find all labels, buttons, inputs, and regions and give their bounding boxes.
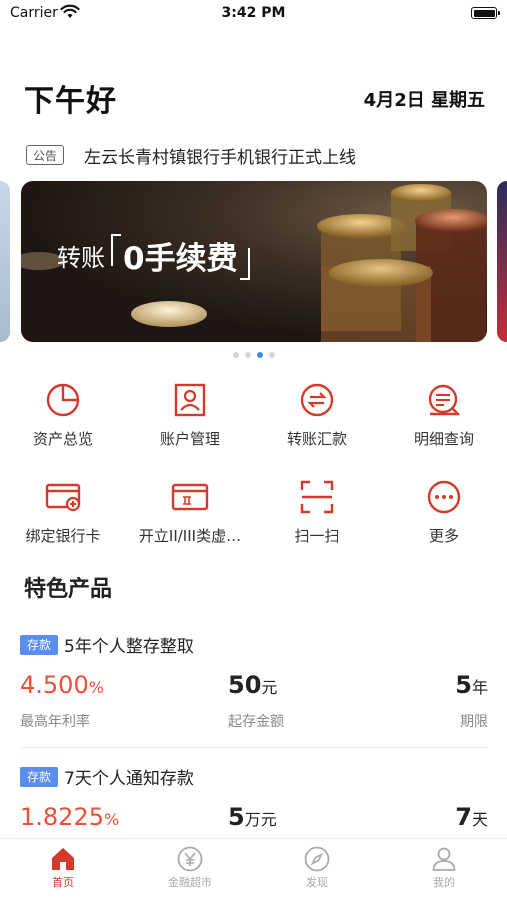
tab-label: 金融超市 [168, 876, 212, 889]
action-label: 资产总览 [32, 430, 93, 448]
virtual-card-icon [171, 483, 209, 511]
carousel-dot[interactable] [232, 352, 239, 358]
section-title-featured: 特色产品 [24, 577, 113, 602]
term-unit: 年 [471, 678, 488, 697]
action-detail-query[interactable]: 明细查询 [381, 380, 507, 449]
bottom-tab-bar: 首页 金融超市 发现 我的 [0, 838, 507, 901]
banner-prev-peek[interactable] [0, 181, 10, 342]
tab-label: 发现 [306, 876, 328, 889]
product-name: 5年个人整存整取 [64, 637, 194, 657]
term-unit: 天 [471, 810, 488, 829]
term-value: 5 [455, 671, 472, 699]
battery-icon [471, 7, 500, 19]
action-asset-overview[interactable]: 资产总览 [0, 380, 126, 449]
action-more[interactable]: 更多 [381, 477, 507, 546]
amount-unit: 万元 [244, 810, 277, 829]
divider [20, 747, 488, 748]
product-term: 5年 [455, 671, 488, 699]
term-value: 7 [455, 803, 472, 831]
user-icon [432, 847, 456, 871]
transfer-icon [300, 383, 334, 417]
action-label: 账户管理 [159, 430, 220, 448]
action-label: 明细查询 [413, 430, 474, 448]
greeting: 下午好 [24, 84, 117, 119]
action-label: 扫一扫 [294, 527, 340, 545]
pie-chart-icon [46, 383, 80, 417]
home-icon [52, 848, 74, 870]
status-time: 3:42 PM [221, 5, 286, 21]
action-label: 绑定银行卡 [25, 527, 101, 545]
product-tag: 存款 [20, 635, 58, 655]
notice-text[interactable]: 左云长青村镇银行手机银行正式上线 [84, 143, 356, 168]
amount-value: 50 [228, 671, 262, 699]
carousel-dot-active[interactable] [256, 352, 263, 358]
tab-label: 首页 [52, 876, 74, 889]
rate-value: 4.500 [20, 671, 89, 699]
action-open-virtual-account[interactable]: 开立II/III类虚… [127, 477, 253, 546]
action-label: 开立II/III类虚… [138, 527, 242, 545]
product-name: 7天个人通知存款 [64, 769, 194, 789]
yen-icon [177, 846, 203, 872]
rate-unit: % [88, 678, 104, 697]
banner-next-peek[interactable] [497, 181, 507, 342]
amount-label: 起存金额 [228, 714, 284, 730]
rate-label: 最高年利率 [20, 714, 90, 730]
more-icon [427, 480, 461, 514]
account-card-icon [174, 383, 206, 417]
product-rate: 4.500% [20, 671, 104, 699]
product-min-amount: 50元 [228, 671, 277, 699]
action-label: 转账汇款 [286, 430, 347, 448]
notice-tag: 公告 [26, 145, 64, 165]
product-card[interactable]: 存款 7天个人通知存款 1.8225% 5万元 7天 [20, 767, 488, 837]
detail-search-icon [428, 384, 460, 416]
term-label: 期限 [460, 714, 488, 730]
date-label: 4月2日 星期五 [363, 90, 485, 111]
action-label: 更多 [428, 527, 459, 545]
tab-mine[interactable]: 我的 [381, 845, 507, 890]
scan-icon [300, 480, 334, 514]
action-transfer[interactable]: 转账汇款 [254, 380, 380, 449]
status-bar: Carrier 3:42 PM [0, 0, 507, 28]
tab-finance-market[interactable]: 金融超市 [127, 845, 253, 890]
tab-label: 我的 [433, 876, 455, 889]
action-account-management[interactable]: 账户管理 [127, 380, 253, 449]
action-bind-card[interactable]: 绑定银行卡 [0, 477, 126, 546]
carousel-dot[interactable] [268, 352, 275, 358]
rate-unit: % [103, 810, 120, 829]
action-scan[interactable]: 扫一扫 [254, 477, 380, 546]
promo-banner[interactable]: 转账 0手续费 [21, 181, 487, 342]
tab-discover[interactable]: 发现 [254, 845, 380, 890]
bind-card-icon [45, 483, 81, 512]
bracket-left-icon [111, 233, 121, 266]
carousel-dot[interactable] [244, 352, 251, 358]
amount-value: 5 [228, 803, 245, 831]
product-term: 7天 [455, 803, 488, 831]
product-tag: 存款 [20, 767, 58, 787]
rate-value: 1.8225 [20, 803, 104, 831]
carousel-indicator [0, 352, 507, 358]
product-card[interactable]: 存款 5年个人整存整取 4.500% 最高年利率 50元 起存金额 5年 期限 [20, 635, 488, 735]
banner-highlight: 0手续费 [123, 241, 238, 277]
banner-prefix: 转账 [57, 244, 105, 272]
compass-icon [304, 846, 330, 872]
bracket-right-icon [239, 247, 250, 280]
amount-unit: 元 [261, 678, 278, 697]
product-rate: 1.8225% [20, 803, 119, 831]
product-min-amount: 5万元 [228, 803, 277, 831]
tab-home[interactable]: 首页 [0, 845, 126, 890]
